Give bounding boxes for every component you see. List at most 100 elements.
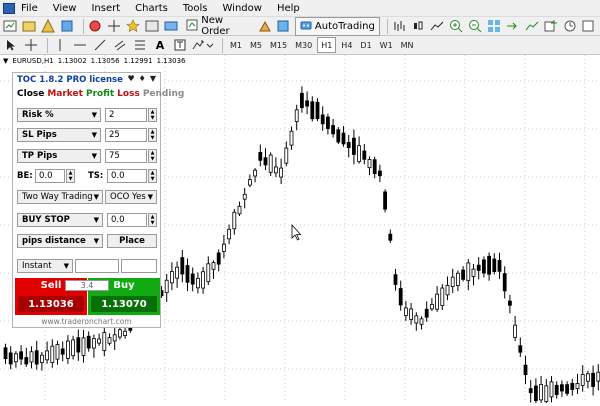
execution-value: Instant (22, 261, 52, 271)
be-value: 0.0 (39, 171, 53, 181)
chevron-down-icon: ▼ (91, 111, 97, 119)
timeframe-w1[interactable]: W1 (377, 38, 396, 52)
candle-body (289, 130, 294, 146)
fibonacci-icon[interactable] (132, 37, 148, 53)
candle-body (570, 382, 575, 391)
text-label-icon[interactable] (172, 37, 188, 53)
indicators-icon[interactable] (543, 18, 558, 34)
candle-body (513, 324, 517, 338)
tp-spinner[interactable]: ▲ ▼ (148, 149, 157, 163)
risk-dropdown[interactable]: Risk % ▼ (17, 108, 101, 122)
candle-body (97, 338, 101, 344)
execution-dropdown[interactable]: Instant ▼ (17, 259, 73, 273)
trendline-icon[interactable] (92, 37, 108, 53)
trading-mode-dropdown[interactable]: Two Way Trading ▼ (17, 190, 103, 204)
autotrading-button[interactable]: AutoTrading (294, 16, 380, 36)
auto-scroll-icon[interactable] (524, 18, 539, 34)
tp-dropdown[interactable]: TP Pips ▼ (17, 149, 101, 163)
heart-icon[interactable]: ♥ (128, 74, 135, 83)
crosshair-icon[interactable] (23, 37, 39, 53)
arrows-icon[interactable] (192, 37, 214, 53)
chevron-down-icon: ▼ (91, 131, 97, 139)
spin-down-icon: ▼ (150, 115, 155, 121)
candle-body (429, 304, 434, 310)
risk-spinner[interactable]: ▲ ▼ (148, 108, 157, 122)
toolbar-separator (47, 37, 48, 53)
toolbar-separator (222, 37, 223, 53)
vertical-line-icon[interactable] (52, 37, 68, 53)
distance-mode-value: pips distance (22, 236, 86, 246)
be-spinner[interactable]: ▲ ▼ (66, 169, 75, 183)
zoom-in-icon[interactable] (449, 18, 464, 34)
order-type-dropdown[interactable]: BUY STOP ▼ (17, 213, 103, 227)
new-order-button[interactable]: New Order (182, 15, 254, 37)
place-button[interactable]: Place (107, 234, 157, 248)
collapse-icon[interactable]: ▼ (150, 74, 156, 83)
timeframe-mn[interactable]: MN (398, 38, 417, 52)
candle-body (346, 141, 351, 149)
timeframe-h1[interactable]: H1 (317, 37, 337, 53)
metaeditor-icon[interactable] (276, 18, 291, 34)
close-loss-button[interactable]: Loss (117, 89, 140, 99)
horizontal-line-icon[interactable] (72, 37, 88, 53)
order-price-spinner[interactable]: ▲ ▼ (148, 213, 157, 227)
tp-input[interactable]: 75 (105, 149, 147, 163)
close-pending-button[interactable]: Pending (143, 89, 184, 99)
close-profit-button[interactable]: Profit (86, 89, 114, 99)
menu-charts[interactable]: Charts (135, 3, 168, 14)
timeframe-d1[interactable]: D1 (357, 38, 374, 52)
ts-input[interactable]: 0.0 (107, 169, 147, 183)
line-chart-icon[interactable] (430, 18, 445, 34)
profiles-icon[interactable] (22, 18, 37, 34)
cursor-icon[interactable] (3, 37, 19, 53)
order-price-input[interactable]: 0.0 (107, 213, 147, 227)
menu-file[interactable]: File (21, 3, 38, 14)
timeframe-m15[interactable]: M15 (267, 38, 290, 52)
timeframe-m1[interactable]: M1 (227, 38, 245, 52)
zoom-out-icon[interactable] (467, 18, 482, 34)
candlesticks-icon[interactable] (411, 18, 426, 34)
candle-body (40, 354, 44, 363)
close-options: Close Market Profit Loss Pending (17, 89, 184, 99)
timeframe-m30[interactable]: M30 (292, 38, 315, 52)
menu-tools[interactable]: Tools (183, 3, 208, 14)
history-icon[interactable] (257, 18, 272, 34)
text-tool-icon[interactable]: A (152, 37, 168, 53)
market-watch-icon[interactable] (41, 18, 56, 34)
terminal-icon[interactable] (144, 18, 159, 34)
oco-dropdown[interactable]: OCO Yes ▼ (105, 190, 157, 204)
channel-icon[interactable] (112, 37, 128, 53)
execution-field-1[interactable] (75, 259, 119, 273)
data-window-icon[interactable] (88, 18, 103, 34)
periods-icon[interactable] (562, 18, 577, 34)
ts-label: TS: (88, 171, 104, 181)
menu-view[interactable]: View (53, 3, 77, 14)
menu-help[interactable]: Help (277, 3, 300, 14)
close-market-button[interactable]: Market (47, 89, 83, 99)
tile-windows-icon[interactable] (486, 18, 501, 34)
favorites-star-icon[interactable] (125, 18, 140, 34)
menu-window[interactable]: Window (223, 3, 262, 14)
sl-spinner[interactable]: ▲ ▼ (148, 128, 157, 142)
new-chart-icon[interactable] (3, 18, 18, 34)
candle-body (320, 114, 325, 125)
menu-insert[interactable]: Insert (91, 3, 120, 14)
crosshair-move-icon[interactable] (107, 18, 122, 34)
distance-mode-dropdown[interactable]: pips distance ▼ (17, 234, 103, 248)
ts-spinner[interactable]: ▲ ▼ (148, 169, 157, 183)
navigator-icon[interactable] (60, 18, 75, 34)
tester-icon[interactable] (163, 18, 178, 34)
templates-icon[interactable] (581, 18, 596, 34)
diamond-icon[interactable]: ♦ (139, 74, 146, 83)
bar-chart-icon[interactable] (392, 18, 407, 34)
sl-input[interactable]: 25 (105, 128, 147, 142)
risk-input[interactable]: 2 (105, 108, 147, 122)
be-input[interactable]: 0.0 (35, 169, 65, 183)
execution-field-2[interactable] (121, 259, 157, 273)
chart-shift-icon[interactable] (505, 18, 520, 34)
timeframe-m5[interactable]: M5 (247, 38, 265, 52)
lot-size-input[interactable]: 3.4 (65, 280, 109, 291)
panel-footer-link[interactable]: www.traderonchart.com (13, 317, 160, 326)
timeframe-h4[interactable]: H4 (338, 38, 355, 52)
sl-dropdown[interactable]: SL Pips ▼ (17, 128, 101, 142)
